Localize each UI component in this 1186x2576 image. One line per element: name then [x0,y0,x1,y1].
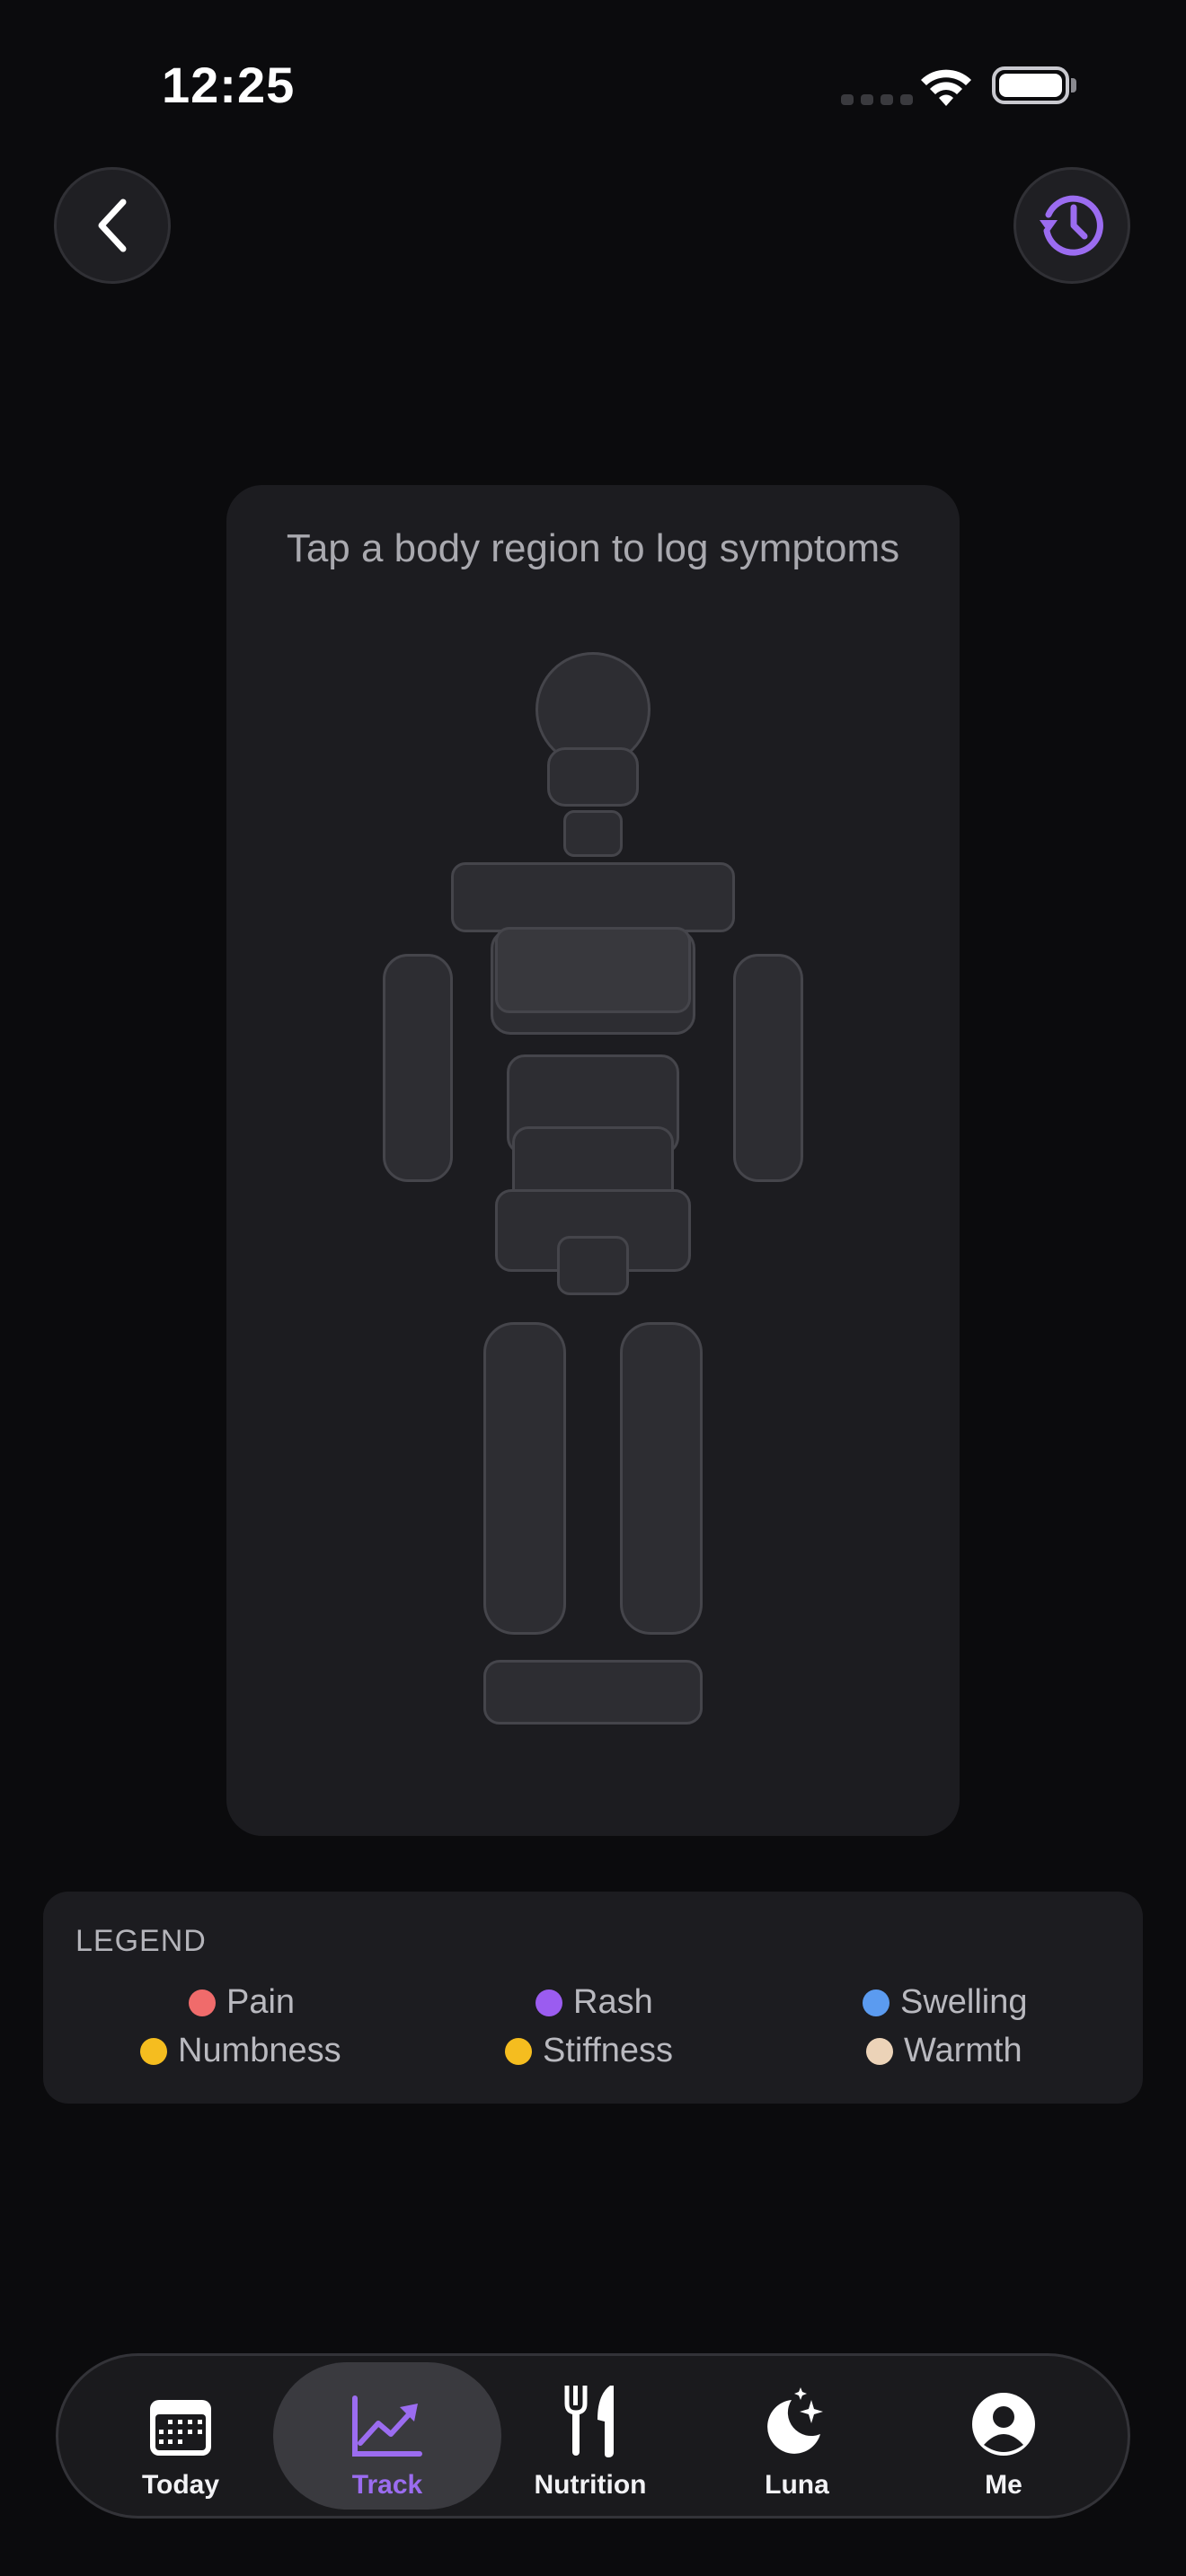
legend-item-warmth: Warmth [866,2032,1022,2070]
tab-luna[interactable]: Luna [695,2362,898,2510]
status-time: 12:25 [162,57,296,113]
battery-nub [1071,78,1076,93]
tab-today[interactable]: Today [79,2362,282,2510]
region-neck[interactable] [563,810,623,857]
tab-label: Track [351,2470,423,2500]
legend-item-numbness: Numbness [140,2032,341,2070]
legend-item-stiffness: Stiffness [505,2032,673,2070]
region-groin[interactable] [557,1236,629,1295]
calendar-icon [150,2400,211,2456]
tab-label: Luna [765,2470,829,2500]
legend-item-rash: Rash [535,1983,653,2022]
legend-label: Numbness [178,2032,341,2069]
legend-label: Pain [226,1983,296,2021]
legend-title: LEGEND [75,1924,207,1958]
wifi-icon [918,63,974,112]
tab-nutrition[interactable]: Nutrition [489,2362,692,2510]
legend-label: Warmth [904,2032,1022,2069]
body-map-prompt: Tap a body region to log symptoms [286,526,900,570]
fork-knife-icon [564,2386,614,2457]
back-button[interactable] [54,167,171,284]
chevron-left-icon [98,198,127,252]
battery-icon [992,66,1069,104]
pain-color-dot [189,1989,216,2016]
legend-label: Stiffness [543,2032,674,2069]
swelling-color-dot [863,1989,890,2016]
region-right-arm[interactable] [733,954,803,1182]
profile-icon [972,2393,1035,2456]
tab-me[interactable]: Me [902,2362,1105,2510]
region-left-leg[interactable] [483,1322,566,1635]
moon-stars-icon [767,2387,823,2454]
numbness-color-dot [140,2037,167,2065]
tab-track[interactable]: Track [273,2362,501,2510]
warmth-color-dot [866,2037,893,2065]
rash-color-dot [535,1989,562,2016]
region-upper-chest[interactable] [495,927,691,1013]
history-icon [1040,195,1103,256]
legend-item-swelling: Swelling [863,1983,1028,2022]
legend-label: Swelling [900,1983,1028,2021]
region-shoulders[interactable] [451,862,735,932]
tab-label: Me [985,2470,1022,2500]
region-right-leg[interactable] [620,1322,703,1635]
cellular-signal-icon [841,94,913,105]
stiffness-color-dot [505,2037,532,2065]
history-button[interactable] [1013,167,1130,284]
legend-label: Rash [573,1983,653,2021]
chart-trend-icon [352,2395,422,2457]
tab-label: Nutrition [534,2470,647,2500]
region-feet[interactable] [483,1660,703,1725]
region-left-arm[interactable] [383,954,453,1182]
region-face[interactable] [547,747,639,807]
tab-label: Today [141,2470,220,2500]
legend-item-pain: Pain [189,1983,295,2022]
